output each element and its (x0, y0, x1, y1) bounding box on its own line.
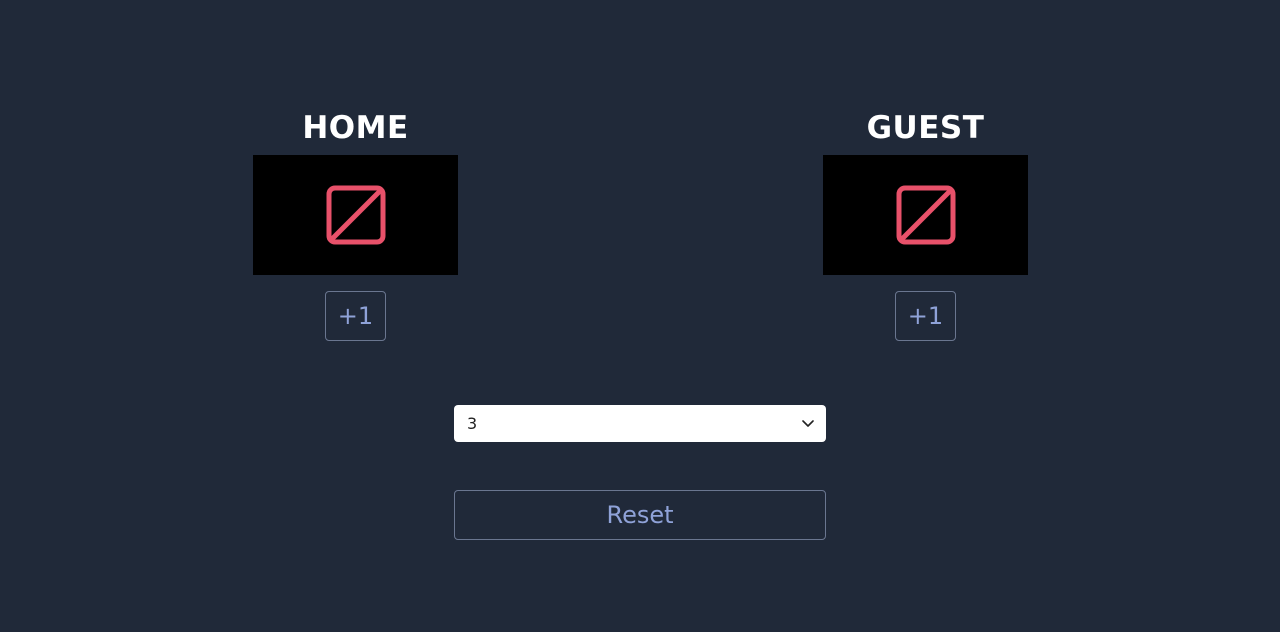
period-select-value: 3 (467, 414, 478, 433)
reset-button[interactable]: Reset (454, 490, 826, 540)
period-select[interactable]: 3 (454, 405, 826, 442)
home-team-name: HOME (302, 110, 409, 146)
home-team-panel: HOME +1 (253, 108, 458, 341)
guest-increment-button[interactable]: +1 (895, 291, 956, 341)
guest-score-display (823, 155, 1028, 275)
scoreboard-page: HOME +1 GUEST +1 3 Reset (0, 0, 1280, 632)
chevron-down-icon (802, 419, 814, 427)
home-score-display (253, 155, 458, 275)
broken-image-icon (896, 185, 955, 245)
broken-image-icon (326, 185, 385, 245)
guest-team-name: GUEST (866, 110, 985, 146)
home-increment-button[interactable]: +1 (325, 291, 386, 341)
guest-team-panel: GUEST +1 (823, 108, 1028, 341)
